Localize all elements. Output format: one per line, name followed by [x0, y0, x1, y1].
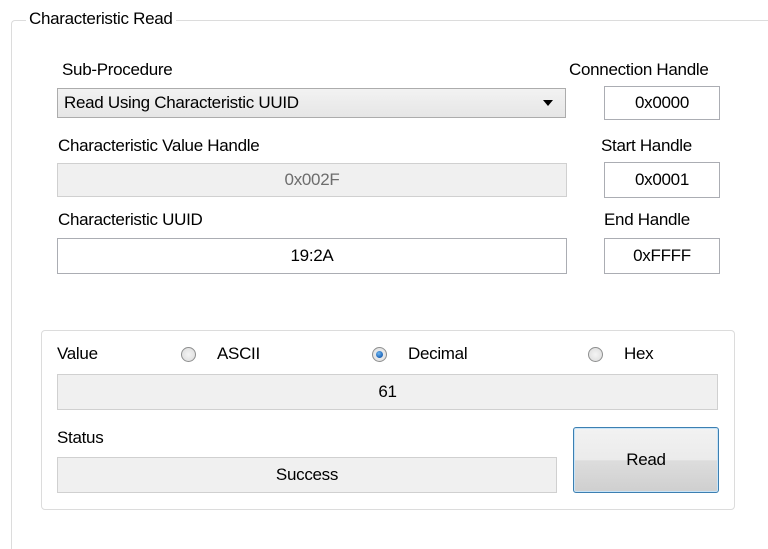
end-handle-input[interactable]: 0xFFFF: [604, 238, 720, 274]
sub-procedure-dropdown[interactable]: Read Using Characteristic UUID: [57, 88, 566, 118]
read-button[interactable]: Read: [573, 427, 719, 493]
start-handle-label: Start Handle: [601, 136, 692, 155]
decimal-radio[interactable]: [372, 347, 387, 362]
value-label: Value: [57, 344, 98, 363]
hex-radio-label[interactable]: Hex: [624, 344, 654, 364]
characteristic-uuid-input[interactable]: 19:2A: [57, 238, 567, 274]
end-handle-label: End Handle: [604, 210, 690, 229]
characteristic-read-panel: Characteristic Read Sub-Procedure Read U…: [0, 0, 768, 549]
chevron-down-icon: [543, 100, 553, 106]
hex-radio[interactable]: [588, 347, 603, 362]
value-output-field: 61: [57, 374, 718, 410]
status-output-field: Success: [57, 457, 557, 493]
connection-handle-label: Connection Handle: [569, 60, 709, 79]
group-title: Characteristic Read: [26, 9, 176, 29]
ascii-radio[interactable]: [181, 347, 196, 362]
sub-procedure-label: Sub-Procedure: [62, 60, 173, 79]
status-label: Status: [57, 428, 104, 447]
connection-handle-input[interactable]: 0x0000: [604, 86, 720, 120]
decimal-radio-label[interactable]: Decimal: [408, 344, 468, 364]
start-handle-input[interactable]: 0x0001: [604, 162, 720, 198]
sub-procedure-selected-value: Read Using Characteristic UUID: [64, 93, 299, 112]
characteristic-uuid-label: Characteristic UUID: [58, 210, 203, 229]
characteristic-value-handle-field: 0x002F: [57, 163, 567, 197]
characteristic-value-handle-label: Characteristic Value Handle: [58, 136, 260, 155]
ascii-radio-label[interactable]: ASCII: [217, 344, 260, 364]
